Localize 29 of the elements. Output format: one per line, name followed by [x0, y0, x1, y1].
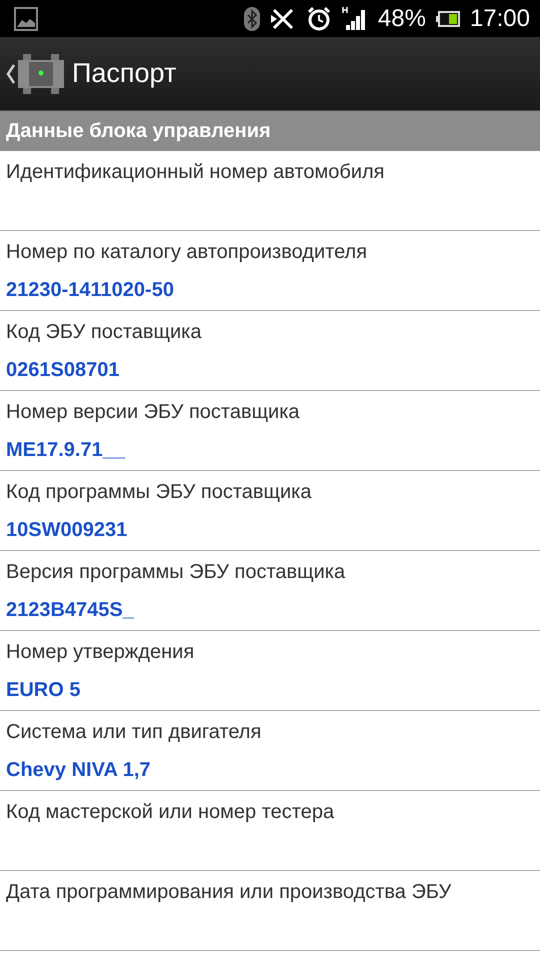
field-value: 10SW009231 [6, 518, 128, 542]
back-button[interactable] [6, 54, 64, 94]
field-label: Код мастерской или номер тестера [6, 800, 336, 825]
field-label: Система или тип двигателя [6, 720, 262, 745]
field-label: Номер утверждения [6, 640, 196, 665]
field-value: ME17.9.71__ [6, 438, 126, 462]
field-label: Дата программирования или производства ЭБУ [6, 880, 452, 905]
field-label: Идентификационный номер автомобиля [6, 160, 386, 185]
image-icon [14, 6, 38, 30]
field-value: 2123B4745S_ [6, 598, 135, 622]
alarm-icon [306, 6, 332, 32]
field-value: Chevy NIVA 1,7 [6, 758, 152, 782]
bluetooth-icon [244, 6, 260, 30]
field-value: 21230-1411020-50 [6, 278, 175, 302]
field-label: Код программы ЭБУ поставщика [6, 480, 312, 505]
field-label: Номер версии ЭБУ поставщика [6, 400, 301, 425]
battery-percent: 48% [378, 4, 426, 32]
field-label: Код ЭБУ поставщика [6, 320, 202, 345]
field-label: Номер по каталогу автопроизводителя [6, 240, 368, 265]
signal-icon [342, 6, 368, 32]
field-value: EURO 5 [6, 678, 82, 702]
field-value: 0261S08701 [6, 358, 120, 382]
chevron-left-icon [6, 62, 16, 84]
section-title: Данные блока управления [6, 120, 271, 142]
battery-icon [436, 10, 460, 26]
ecu-module-icon [18, 54, 64, 94]
field-label: Версия программы ЭБУ поставщика [6, 560, 346, 585]
screen-title: Паспорт [72, 58, 176, 89]
clock-time: 17:00 [470, 4, 530, 32]
